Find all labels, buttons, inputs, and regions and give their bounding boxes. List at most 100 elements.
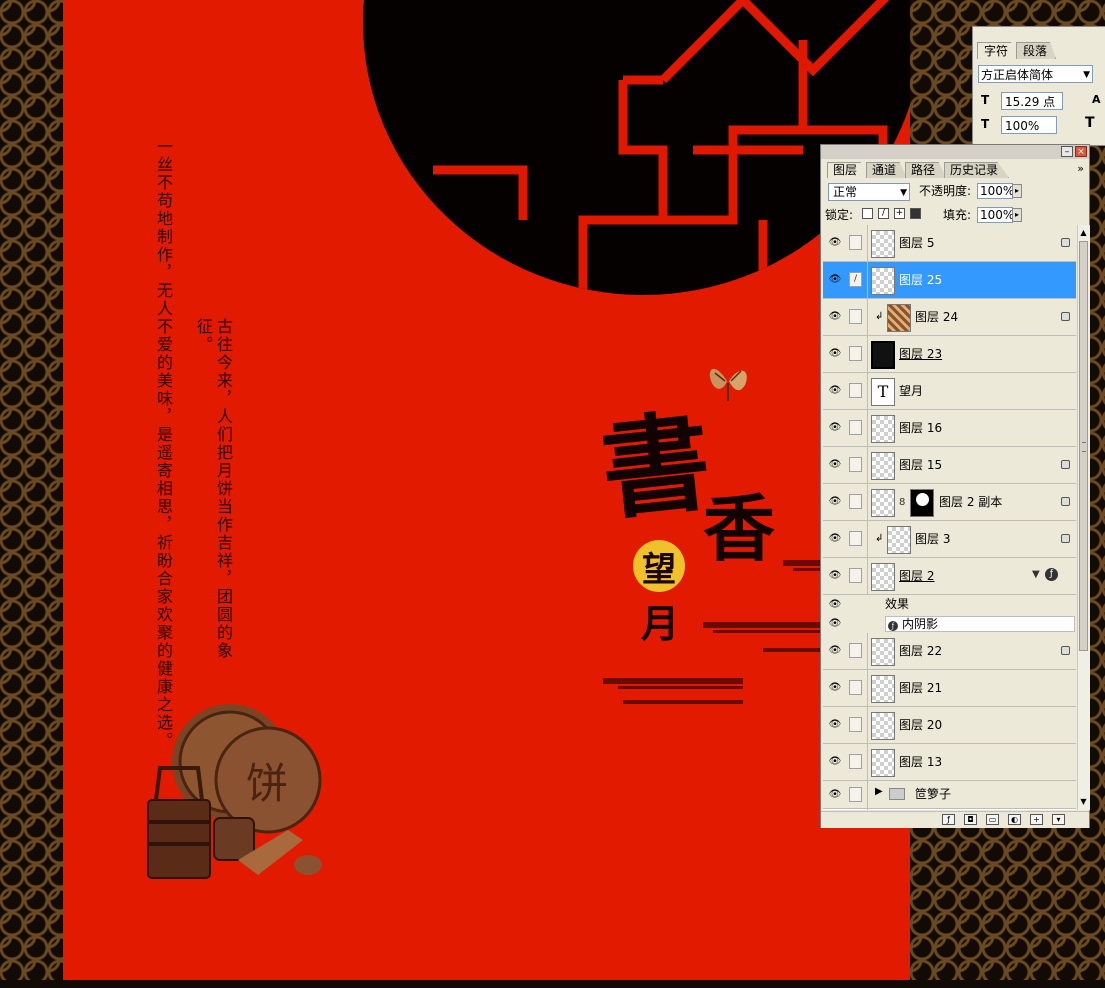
fx-icon: ƒ [1045, 568, 1058, 581]
vertical-scale-input[interactable]: 100% [1001, 116, 1057, 134]
lock-move-icon[interactable]: + [894, 208, 905, 219]
layer-thumbnail [871, 563, 895, 591]
add-mask-icon[interactable]: ◘ [964, 814, 977, 825]
expand-effects-icon[interactable]: ▼ [1032, 569, 1040, 580]
adjustment-layer-icon[interactable]: ◐ [1008, 814, 1021, 825]
blend-mode-select[interactable]: 正常 ▼ [828, 183, 910, 201]
eye-icon[interactable]: 👁 [827, 598, 843, 612]
expand-group-icon[interactable]: ▶ [875, 786, 883, 797]
fill-label: 填充: [943, 208, 972, 222]
eye-icon[interactable]: 👁 [827, 384, 843, 398]
link-toggle[interactable] [849, 787, 862, 802]
eye-icon[interactable]: 👁 [827, 755, 843, 769]
divider [867, 225, 868, 262]
layers-panel-titlebar[interactable]: – × [821, 145, 1089, 159]
layer-row[interactable]: 👁 图层 13 [823, 744, 1076, 781]
tab-channels[interactable]: 通道 [866, 162, 908, 178]
eye-icon[interactable]: 👁 [827, 569, 843, 583]
layer-row[interactable]: 👁 图层 20 [823, 707, 1076, 744]
tab-history[interactable]: 历史记录 [944, 162, 1010, 178]
layer-name: 图层 13 [899, 755, 943, 769]
divider [867, 484, 868, 521]
lock-all-icon[interactable] [910, 208, 921, 219]
fill-slider-button[interactable]: ▸ [1012, 208, 1022, 222]
layer-row[interactable]: 👁 图层 5 [823, 225, 1076, 262]
lock-transparency-icon[interactable] [862, 208, 873, 219]
scrollbar-thumb[interactable] [1079, 241, 1088, 651]
eye-icon[interactable]: 👁 [827, 718, 843, 732]
link-toggle[interactable] [849, 309, 862, 324]
layer-row[interactable]: 👁 图层 16 [823, 410, 1076, 447]
eye-icon[interactable]: 👁 [827, 458, 843, 472]
layer-row[interactable]: 👁 图层 23 [823, 336, 1076, 373]
eye-icon[interactable]: 👁 [827, 532, 843, 546]
link-toggle[interactable] [849, 346, 862, 361]
tab-layers[interactable]: 图层 [827, 162, 869, 178]
chain-link-icon[interactable]: 8 [899, 497, 905, 508]
layers-scrollbar[interactable]: ▲ ▼ [1077, 225, 1090, 810]
eye-icon[interactable]: 👁 [827, 347, 843, 361]
mooncake-basket-image: 饼 [147, 704, 322, 879]
link-toggle[interactable] [849, 235, 862, 250]
link-toggle[interactable] [849, 494, 862, 509]
link-toggle[interactable] [849, 717, 862, 732]
eye-icon[interactable]: 👁 [827, 273, 843, 287]
link-toggle[interactable] [849, 531, 862, 546]
link-toggle[interactable] [849, 568, 862, 583]
layer-thumbnail [871, 341, 895, 369]
font-family-value: 方正启体简体 [981, 68, 1054, 82]
layer-row[interactable]: 👁 ↲ 图层 24 [823, 299, 1076, 336]
eye-icon[interactable]: 👁 [827, 788, 843, 802]
layer-thumbnail [871, 638, 895, 666]
layer-group-row[interactable]: 👁 ▶ 笸箩子 [823, 781, 1076, 810]
new-layer-icon[interactable]: + [1030, 814, 1043, 825]
tab-paths[interactable]: 路径 [905, 162, 947, 178]
layer-row[interactable]: 👁 8 图层 2 副本 [823, 484, 1076, 521]
layer-row[interactable]: 👁 图层 15 [823, 447, 1076, 484]
font-size-input[interactable]: 15.29 点 [1001, 92, 1063, 110]
eye-icon[interactable]: 👁 [827, 681, 843, 695]
eye-icon[interactable]: 👁 [827, 617, 843, 631]
layer-thumbnail [871, 675, 895, 703]
eye-icon[interactable]: 👁 [827, 644, 843, 658]
trash-icon[interactable]: ▾ [1052, 814, 1065, 825]
layer-row[interactable]: 👁 T 望月 [823, 373, 1076, 410]
link-toggle[interactable] [849, 754, 862, 769]
close-icon[interactable]: × [1075, 146, 1087, 157]
tab-character[interactable]: 字符 [977, 42, 1018, 59]
fill-input[interactable]: 100% [977, 207, 1014, 223]
layer-row[interactable]: 👁 图层 22 [823, 633, 1076, 670]
link-toggle[interactable] [849, 680, 862, 695]
link-toggle[interactable] [849, 420, 862, 435]
divider [867, 707, 868, 744]
scroll-down-icon[interactable]: ▼ [1078, 796, 1089, 808]
effect-inner-shadow-row[interactable]: 👁 ƒ 内阴影 [823, 614, 1076, 633]
font-family-select[interactable]: 方正启体简体 ▼ [978, 65, 1093, 83]
vertical-copy-1: 一丝不苟地制作，无人不爱的美味，是遥寄相思，祈盼合家欢聚的健康之选。 [154, 138, 173, 750]
brush-icon[interactable]: / [849, 272, 862, 287]
tab-paragraph[interactable]: 段落 [1016, 42, 1057, 59]
panel-menu-icon[interactable]: » [1077, 162, 1084, 175]
layer-row[interactable]: 👁 图层 2 ▼ ƒ [823, 558, 1076, 595]
divider [867, 373, 868, 410]
lock-brush-icon[interactable]: / [878, 208, 889, 219]
link-toggle[interactable] [849, 457, 862, 472]
lock-icon [1061, 312, 1070, 321]
divider [867, 521, 868, 558]
effects-row[interactable]: 👁 效果 [823, 595, 1076, 614]
minimize-icon[interactable]: – [1061, 146, 1073, 157]
opacity-slider-button[interactable]: ▸ [1012, 184, 1022, 198]
opacity-input[interactable]: 100% [977, 183, 1014, 199]
layer-row[interactable]: 👁 ↲ 图层 3 [823, 521, 1076, 558]
link-toggle[interactable] [849, 383, 862, 398]
scroll-up-icon[interactable]: ▲ [1078, 227, 1089, 239]
layer-row[interactable]: 👁 / 图层 25 [823, 262, 1076, 299]
eye-icon[interactable]: 👁 [827, 421, 843, 435]
link-toggle[interactable] [849, 643, 862, 658]
layer-style-icon[interactable]: ƒ [942, 814, 955, 825]
eye-icon[interactable]: 👁 [827, 236, 843, 250]
layer-row[interactable]: 👁 图层 21 [823, 670, 1076, 707]
new-group-icon[interactable]: ▭ [986, 814, 999, 825]
eye-icon[interactable]: 👁 [827, 310, 843, 324]
eye-icon[interactable]: 👁 [827, 495, 843, 509]
